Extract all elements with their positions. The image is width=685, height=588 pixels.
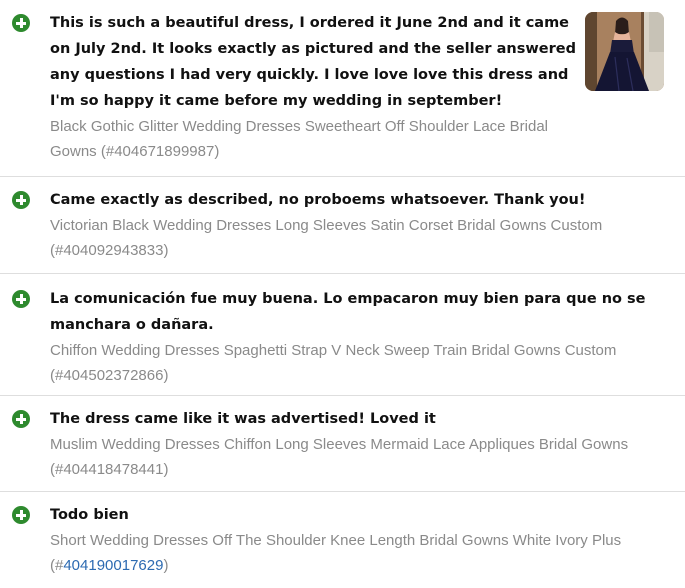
product-title: Short Wedding Dresses Off The Shoulder K… <box>50 528 680 578</box>
feedback-comment: The dress came like it was advertised! L… <box>50 411 436 427</box>
item-number: (#404502372866) <box>50 367 169 384</box>
feedback-comment: La comunicación fue muy buena. Lo empaca… <box>50 291 646 333</box>
feedback-item: La comunicación fue muy buena. Lo empaca… <box>0 274 685 396</box>
item-number: (#404418478441) <box>50 461 169 478</box>
feedback-comment: Came exactly as described, no proboems w… <box>50 192 586 208</box>
product-name: Victorian Black Wedding Dresses Long Sle… <box>50 217 603 234</box>
product-name: Muslim Wedding Dresses Chiffon Long Slee… <box>50 436 629 453</box>
item-number-link[interactable]: 404190017629 <box>63 557 163 574</box>
positive-feedback-icon <box>12 290 30 308</box>
feedback-content: Came exactly as described, no proboems w… <box>50 187 680 263</box>
feedback-item: This is such a beautiful dress, I ordere… <box>0 0 685 177</box>
feedback-comment: This is such a beautiful dress, I ordere… <box>50 15 576 109</box>
item-number: (#404190017629) <box>50 557 169 574</box>
review-photo <box>585 12 664 91</box>
item-number: (#404671899987) <box>100 143 220 160</box>
item-number: (#404092943833) <box>50 242 169 259</box>
feedback-item: The dress came like it was advertised! L… <box>0 396 685 492</box>
product-title: Muslim Wedding Dresses Chiffon Long Slee… <box>50 432 680 482</box>
product-title: Victorian Black Wedding Dresses Long Sle… <box>50 213 680 263</box>
feedback-item: Todo bien Short Wedding Dresses Off The … <box>0 492 685 588</box>
positive-feedback-icon <box>12 191 30 209</box>
positive-feedback-icon <box>12 14 30 32</box>
product-title: Black Gothic Glitter Wedding Dresses Swe… <box>50 114 578 164</box>
review-photo-thumbnail[interactable] <box>585 12 664 91</box>
positive-feedback-icon <box>12 506 30 524</box>
feedback-content: The dress came like it was advertised! L… <box>50 406 680 482</box>
product-title: Chiffon Wedding Dresses Spaghetti Strap … <box>50 338 682 388</box>
positive-feedback-icon <box>12 410 30 428</box>
feedback-content: This is such a beautiful dress, I ordere… <box>50 10 578 164</box>
feedback-content: Todo bien Short Wedding Dresses Off The … <box>50 502 680 578</box>
feedback-item: Came exactly as described, no proboems w… <box>0 177 685 274</box>
feedback-list: This is such a beautiful dress, I ordere… <box>0 0 685 588</box>
product-name: Short Wedding Dresses Off The Shoulder K… <box>50 532 622 549</box>
feedback-content: La comunicación fue muy buena. Lo empaca… <box>50 286 682 388</box>
product-name: Chiffon Wedding Dresses Spaghetti Strap … <box>50 342 617 359</box>
feedback-comment: Todo bien <box>50 507 129 523</box>
